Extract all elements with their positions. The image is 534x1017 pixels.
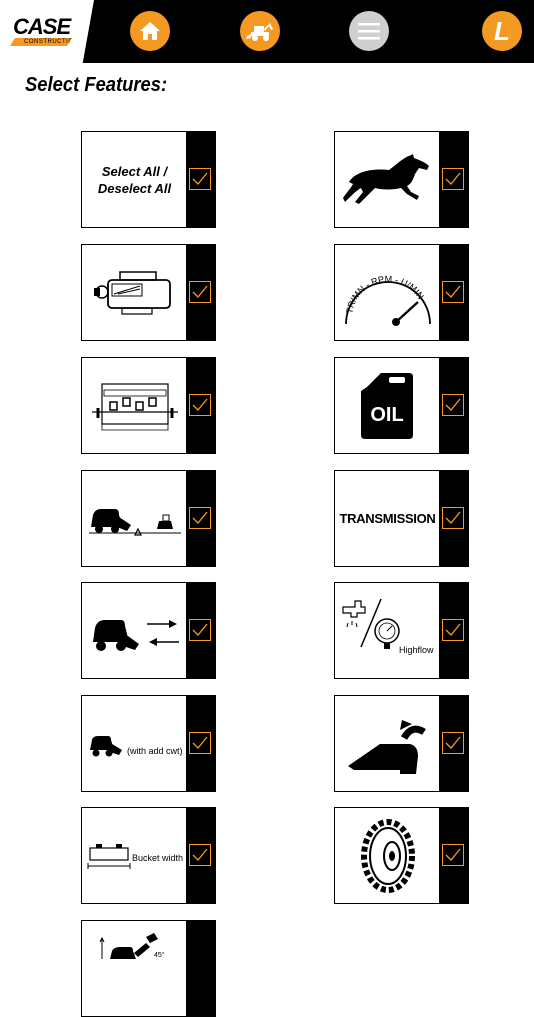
- checkbox[interactable]: [189, 732, 211, 754]
- feature-select-all[interactable]: Select All / Deselect All: [81, 131, 216, 228]
- select-all-label: Select All / Deselect All: [97, 163, 172, 196]
- check-icon: [445, 623, 461, 636]
- check-icon: [192, 398, 208, 411]
- feature-rpm[interactable]: TR/MN - RPM - U/MIN: [334, 244, 469, 341]
- page-title: Select Features:: [25, 74, 168, 96]
- check-icon: [445, 848, 461, 861]
- user-letter-icon: L: [494, 15, 510, 46]
- feature-dump-height[interactable]: 45°: [81, 920, 216, 1017]
- checkbox[interactable]: [442, 507, 464, 529]
- logo-sub-text: CONSTRUCTION: [24, 39, 79, 45]
- logo-brand: CASE: [13, 14, 71, 39]
- check-icon: [192, 172, 208, 185]
- engine-icon: [93, 270, 171, 315]
- check-icon: [445, 736, 461, 749]
- hamburger-menu-icon: [358, 23, 380, 40]
- checkbox[interactable]: [189, 844, 211, 866]
- rpm-gauge-icon: TR/MN - RPM - U/MIN: [344, 273, 431, 326]
- oil-text: OIL: [370, 404, 403, 426]
- rpm-text: TR/MN - RPM - U/MIN: [344, 273, 426, 313]
- logo-sub-band: CONSTRUCTION: [10, 38, 72, 46]
- check-icon: [445, 398, 461, 411]
- feature-horsepower[interactable]: [334, 131, 469, 228]
- checkbox[interactable]: [442, 281, 464, 303]
- feature-tipping-load[interactable]: [81, 470, 216, 567]
- machines-button[interactable]: [240, 11, 280, 51]
- checkbox[interactable]: [442, 619, 464, 641]
- feature-bucket-width[interactable]: Bucket width: [81, 807, 216, 904]
- bucket-rollback-icon: [347, 719, 426, 774]
- feature-transmission[interactable]: TRANSMISSION: [334, 470, 469, 567]
- feature-hydraulics[interactable]: [81, 357, 216, 454]
- checkbox[interactable]: [189, 281, 211, 303]
- check-icon: [192, 736, 208, 749]
- loader-counterweight-icon: [90, 736, 122, 757]
- highflow-label: Highflow: [399, 645, 434, 655]
- counterweight-label: (with add cwt): [127, 746, 183, 756]
- checkbox[interactable]: [189, 394, 211, 416]
- bucket-width-icon: [87, 844, 131, 869]
- check-icon: [445, 511, 461, 524]
- tire-icon: [360, 818, 415, 893]
- menu-button[interactable]: [349, 11, 389, 51]
- svg-text:TR/MN - RPM - U/MIN: TR/MN - RPM - U/MIN: [344, 273, 426, 313]
- checkbox[interactable]: [189, 168, 211, 190]
- highflow-icon: [342, 598, 400, 649]
- svg-text:45°: 45°: [154, 951, 165, 959]
- checkbox[interactable]: [442, 732, 464, 754]
- check-icon: [445, 172, 461, 185]
- oil-can-icon: OIL: [360, 372, 413, 439]
- dump-height-icon: 45°: [99, 933, 165, 959]
- feature-highflow[interactable]: Highflow: [334, 582, 469, 679]
- check-icon: [192, 511, 208, 524]
- travel-speed-icon: [92, 619, 179, 651]
- transmission-label: TRANSMISSION: [339, 511, 436, 526]
- checkbox[interactable]: [442, 844, 464, 866]
- checkbox[interactable]: [442, 168, 464, 190]
- check-icon: [192, 848, 208, 861]
- feature-bucket-rollback[interactable]: [334, 695, 469, 792]
- checkbox[interactable]: [189, 507, 211, 529]
- checkbox[interactable]: [442, 394, 464, 416]
- user-button[interactable]: L: [482, 11, 522, 51]
- check-icon: [192, 623, 208, 636]
- bucket-width-label: Bucket width: [132, 853, 184, 863]
- backhoe-icon: [246, 23, 273, 41]
- feature-counterweight[interactable]: (with add cwt): [81, 695, 216, 792]
- home-icon: [140, 22, 160, 40]
- feature-engine[interactable]: [81, 244, 216, 341]
- home-button[interactable]: [130, 11, 170, 51]
- case-logo[interactable]: CASE CONSTRUCTION: [0, 0, 94, 63]
- checkbox[interactable]: [189, 619, 211, 641]
- hydraulic-valves-icon: [91, 382, 178, 430]
- feature-tires[interactable]: [334, 807, 469, 904]
- feature-travel-speed[interactable]: [81, 582, 216, 679]
- check-icon: [445, 285, 461, 298]
- tipping-load-icon: [88, 508, 181, 536]
- feature-oil[interactable]: OIL: [334, 357, 469, 454]
- check-icon: [192, 285, 208, 298]
- app-header: CASE CONSTRUCTION L: [0, 0, 534, 63]
- horse-icon: [342, 153, 429, 204]
